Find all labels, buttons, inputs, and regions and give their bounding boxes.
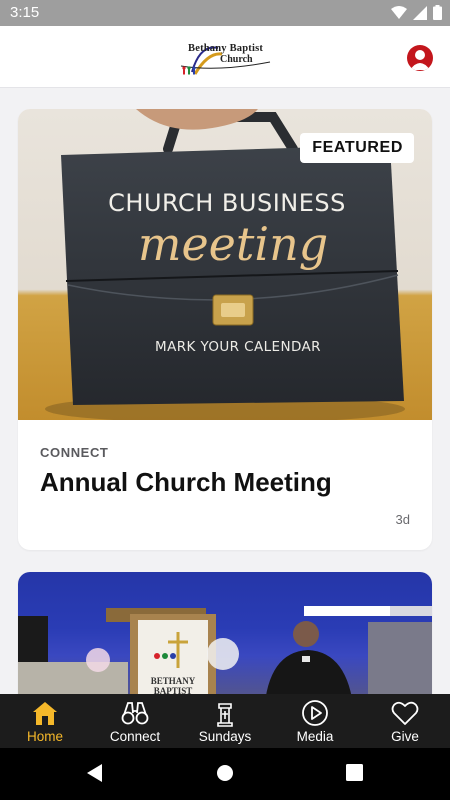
church-logo[interactable]: Bethany Baptist Church [178, 38, 274, 78]
tab-give-label: Give [391, 729, 419, 744]
tab-sundays[interactable]: Sundays [180, 694, 270, 748]
binoculars-icon [121, 702, 149, 725]
wifi-icon [391, 5, 407, 19]
card-category: CONNECT [40, 445, 109, 460]
media-image-text: BETHANY BAPTIST [150, 676, 196, 696]
system-nav-bar [0, 748, 450, 800]
logo-line2: Church [220, 54, 253, 65]
tab-media[interactable]: Media [270, 694, 360, 748]
back-icon[interactable] [86, 764, 104, 782]
bottom-tab-bar: Home Connect Sundays Media Give [0, 694, 450, 748]
status-icons [391, 5, 442, 20]
status-bar: 3:15 [0, 0, 450, 26]
tab-home-label: Home [26, 729, 63, 744]
battery-icon [433, 5, 442, 20]
media-image: BETHANY BAPTIST [18, 572, 432, 712]
tab-give[interactable]: Give [360, 694, 450, 748]
home-nav-icon[interactable] [216, 764, 234, 782]
play-circle-icon [302, 700, 328, 726]
featured-image: CHURCH BUSINESS meeting MARK YOUR CALEND… [18, 109, 432, 420]
sanctuary-illustration [18, 606, 432, 712]
card-age: 3d [395, 512, 410, 527]
image-script: meeting [137, 217, 329, 271]
image-title: CHURCH BUSINESS [108, 189, 346, 217]
home-icon [33, 702, 57, 725]
podium-icon [217, 703, 233, 727]
signal-icon [413, 5, 427, 20]
status-time: 3:15 [10, 4, 40, 21]
logo-line1: Bethany Baptist [188, 43, 264, 54]
tab-sundays-label: Sundays [198, 729, 252, 744]
heart-icon [391, 701, 419, 725]
tab-media-label: Media [296, 729, 334, 744]
card-title: Annual Church Meeting [40, 467, 332, 497]
profile-button[interactable] [407, 45, 433, 71]
image-subtitle: MARK YOUR CALENDAR [155, 339, 321, 355]
tab-connect[interactable]: Connect [90, 694, 180, 748]
featured-card[interactable]: CHURCH BUSINESS meeting MARK YOUR CALEND… [18, 109, 432, 550]
recents-icon[interactable] [346, 764, 363, 781]
tab-connect-label: Connect [109, 729, 161, 744]
tab-home[interactable]: Home [0, 694, 90, 748]
media-card[interactable]: BETHANY BAPTIST [18, 572, 432, 712]
featured-badge: FEATURED [300, 133, 414, 163]
user-icon [410, 50, 430, 70]
app-header: Bethany Baptist Church [0, 26, 450, 88]
